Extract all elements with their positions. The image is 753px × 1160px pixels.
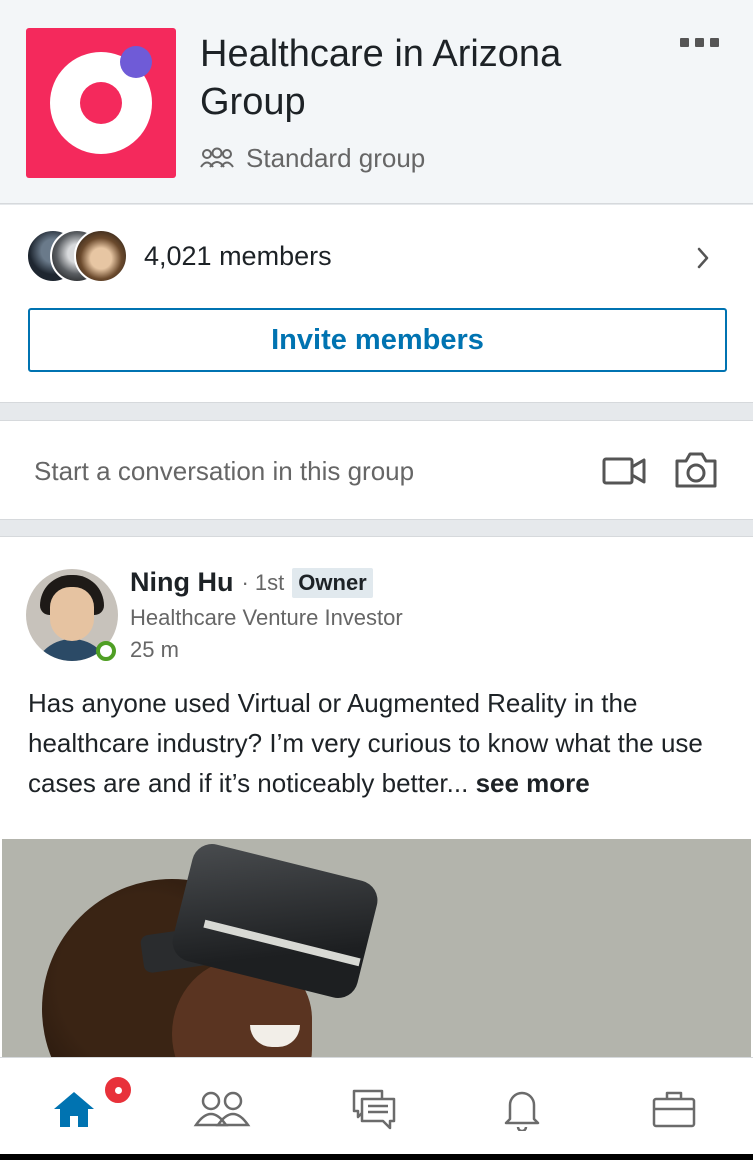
logo-dot — [120, 46, 152, 78]
home-icon — [54, 1092, 94, 1127]
group-logo — [26, 28, 176, 178]
more-horizontal-icon[interactable] — [680, 32, 726, 52]
nav-messaging[interactable] — [344, 1084, 404, 1134]
online-status-icon — [96, 641, 116, 661]
member-avatars[interactable] — [26, 229, 136, 283]
screen: Healthcare in Arizona Group Standard gro… — [0, 0, 753, 1160]
group-title: Healthcare in Arizona Group — [200, 33, 562, 123]
nav-home[interactable] — [44, 1084, 104, 1134]
my-network-icon — [193, 1091, 251, 1127]
author-headline: Healthcare Venture Investor — [130, 605, 403, 630]
composer-placeholder[interactable]: Start a conversation in this group — [34, 453, 414, 489]
nav-notifications[interactable] — [492, 1084, 552, 1134]
jobs-icon — [652, 1091, 696, 1128]
post-image[interactable] — [2, 839, 751, 1077]
group-type: Standard group — [200, 140, 425, 176]
post-timestamp: 25 m — [130, 637, 179, 662]
messaging-icon — [352, 1089, 396, 1130]
nav-my-network[interactable] — [192, 1084, 252, 1134]
video-icon[interactable] — [602, 455, 646, 487]
camera-icon[interactable] — [674, 451, 718, 489]
post-body: Has anyone used Virtual or Augmented Rea… — [28, 683, 728, 803]
author-name[interactable]: Ning Hu — [130, 567, 233, 598]
group-icon — [200, 147, 234, 168]
group-type-label: Standard group — [246, 143, 426, 173]
members-card: 4,021 members Invite members — [0, 205, 753, 403]
see-more-link[interactable]: see more — [476, 768, 590, 798]
group-header: Healthcare in Arizona Group Standard gro… — [0, 0, 753, 204]
avatar — [74, 229, 128, 283]
author-line: Ning Hu · 1st Owner — [130, 567, 373, 598]
connection-degree: · 1st — [241, 569, 285, 595]
notifications-icon — [504, 1091, 540, 1131]
bottom-nav — [0, 1057, 753, 1154]
notification-badge — [102, 1074, 134, 1106]
post-card: Ning Hu · 1st Owner Healthcare Venture I… — [0, 536, 753, 1077]
chevron-right-icon[interactable] — [693, 245, 713, 271]
conversation-composer[interactable]: Start a conversation in this group — [0, 420, 753, 520]
invite-members-button[interactable]: Invite members — [28, 308, 727, 372]
logo-core — [80, 82, 122, 124]
owner-badge: Owner — [292, 567, 373, 598]
nav-jobs[interactable] — [644, 1084, 704, 1134]
post-text: Has anyone used Virtual or Augmented Rea… — [28, 688, 703, 798]
members-count[interactable]: 4,021 members — [144, 237, 332, 275]
